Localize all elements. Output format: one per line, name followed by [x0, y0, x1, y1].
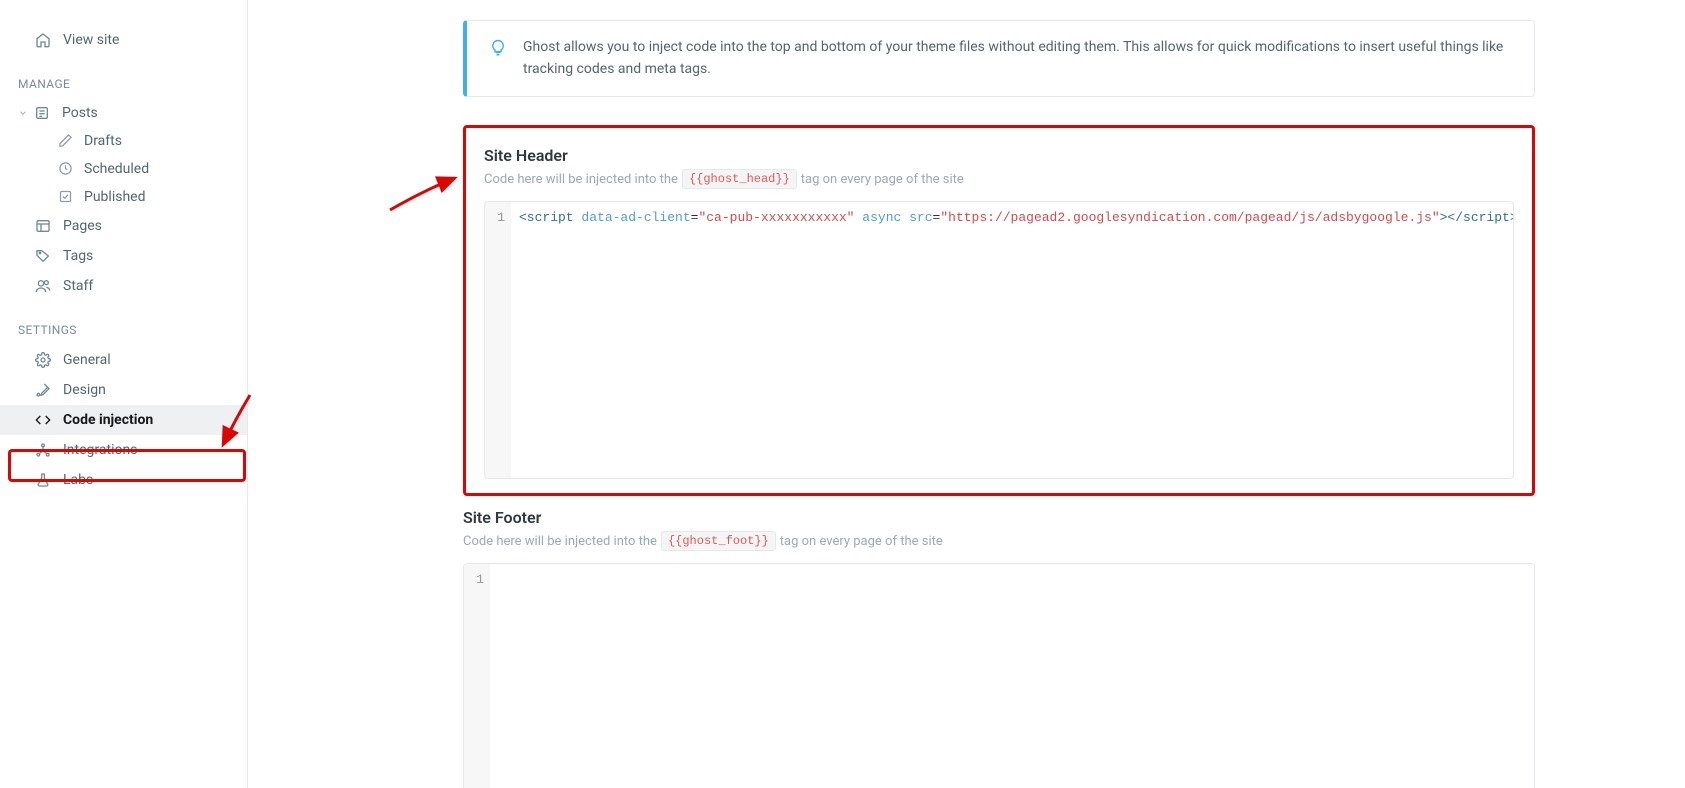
general-label: General	[63, 352, 111, 368]
staff-label: Staff	[63, 278, 93, 294]
integrations-label: Integrations	[63, 442, 137, 458]
code-area-header[interactable]: <script data-ad-client="ca-pub-xxxxxxxxx…	[511, 202, 1513, 478]
sidebar: View site MANAGE Posts Drafts Scheduled …	[0, 0, 248, 788]
staff-icon	[35, 278, 51, 294]
site-header-editor[interactable]: 1 <script data-ad-client="ca-pub-xxxxxxx…	[484, 201, 1514, 479]
code-area-footer[interactable]	[490, 564, 1534, 788]
code-icon	[35, 412, 51, 428]
scheduled-label: Scheduled	[84, 161, 149, 177]
view-site-label: View site	[63, 32, 119, 48]
site-footer-editor[interactable]: 1	[463, 563, 1535, 788]
line-gutter-footer: 1	[464, 564, 490, 788]
manage-heading: MANAGE	[0, 55, 247, 99]
pencil-icon	[58, 133, 74, 149]
labs-icon	[35, 472, 51, 488]
site-header-title: Site Header	[484, 146, 1514, 165]
labs-label: Labs	[63, 472, 93, 488]
sidebar-item-staff[interactable]: Staff	[0, 271, 247, 301]
gear-icon	[35, 352, 51, 368]
line-gutter: 1	[485, 202, 511, 478]
site-footer-title: Site Footer	[463, 508, 1535, 527]
brush-icon	[35, 382, 51, 398]
published-label: Published	[84, 189, 145, 205]
posts-icon	[34, 105, 50, 121]
home-icon	[35, 32, 51, 48]
sidebar-item-tags[interactable]: Tags	[0, 241, 247, 271]
integrations-icon	[35, 442, 51, 458]
sidebar-item-scheduled[interactable]: Scheduled	[0, 155, 247, 183]
tags-label: Tags	[63, 248, 93, 264]
lightbulb-icon	[489, 39, 507, 65]
code-injection-label: Code injection	[63, 412, 153, 428]
sidebar-item-general[interactable]: General	[0, 345, 247, 375]
annotation-highlight-header: Site Header Code here will be injected i…	[463, 125, 1535, 496]
sidebar-item-design[interactable]: Design	[0, 375, 247, 405]
sidebar-item-pages[interactable]: Pages	[0, 211, 247, 241]
tag-icon	[35, 248, 51, 264]
main-content: Ghost allows you to inject code into the…	[248, 0, 1685, 788]
sidebar-item-drafts[interactable]: Drafts	[0, 127, 247, 155]
published-icon	[58, 189, 74, 205]
ghost-head-tag: {{ghost_head}}	[682, 169, 797, 189]
info-text: Ghost allows you to inject code into the…	[523, 37, 1512, 80]
clock-icon	[58, 161, 74, 177]
pages-label: Pages	[63, 218, 102, 234]
site-header-desc: Code here will be injected into the {{gh…	[484, 169, 1514, 189]
drafts-label: Drafts	[84, 133, 122, 149]
site-footer-desc: Code here will be injected into the {{gh…	[463, 531, 1535, 551]
sidebar-item-labs[interactable]: Labs	[0, 465, 247, 495]
sidebar-item-published[interactable]: Published	[0, 183, 247, 211]
chevron-down-icon	[18, 107, 30, 119]
sidebar-item-code-injection[interactable]: Code injection	[0, 405, 247, 435]
pages-icon	[35, 218, 51, 234]
settings-heading: SETTINGS	[0, 301, 247, 345]
site-footer-section: Site Footer Code here will be injected i…	[463, 508, 1535, 788]
design-label: Design	[63, 382, 106, 398]
ghost-foot-tag: {{ghost_foot}}	[661, 531, 776, 551]
view-site-link[interactable]: View site	[0, 25, 247, 55]
sidebar-item-posts[interactable]: Posts	[0, 99, 247, 127]
posts-label: Posts	[62, 105, 98, 121]
sidebar-item-integrations[interactable]: Integrations	[0, 435, 247, 465]
info-callout: Ghost allows you to inject code into the…	[463, 20, 1535, 97]
